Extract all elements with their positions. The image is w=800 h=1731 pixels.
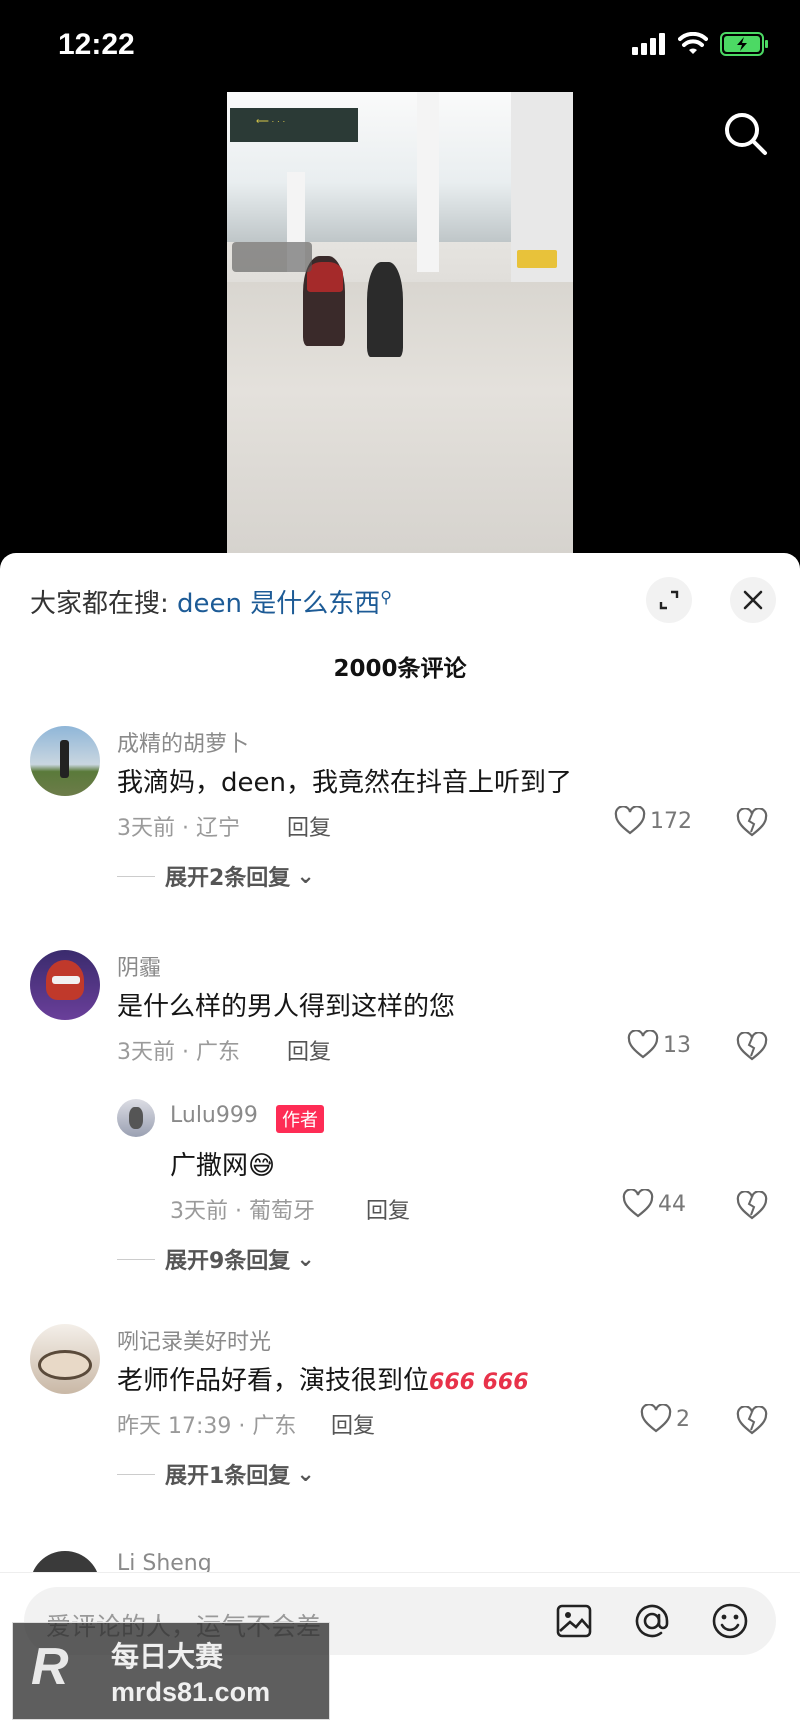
- watermark: R 每日大赛 mrds81.com: [12, 1622, 330, 1720]
- dislike-button[interactable]: [736, 1405, 768, 1440]
- status-time: 12:22: [58, 28, 135, 61]
- close-icon: [743, 590, 763, 610]
- like-count: 13: [663, 1032, 691, 1058]
- like-button[interactable]: 13: [627, 1030, 691, 1060]
- person: [307, 262, 343, 292]
- expand-replies-label: 展开2条回复: [165, 866, 291, 891]
- heart-icon: [614, 806, 646, 835]
- close-button[interactable]: [730, 577, 776, 623]
- video-sign: ⟵ · · ·: [230, 108, 358, 142]
- divider-line: [117, 875, 155, 877]
- watermark-url: mrds81.com: [111, 1677, 271, 1707]
- signal-icon: [632, 33, 665, 55]
- trending-search[interactable]: 大家都在搜: deen 是什么东西⚲: [30, 583, 392, 620]
- comment-username[interactable]: 阴霾: [117, 950, 161, 982]
- expand-icon: [659, 590, 679, 610]
- emoji-icon: [712, 1603, 748, 1639]
- dislike-button[interactable]: [736, 1190, 768, 1225]
- reply-button[interactable]: 回复: [287, 1034, 331, 1066]
- comment-text-body: 老师作品好看，演技很到位: [117, 1366, 430, 1396]
- comment-text: 是什么样的男人得到这样的您: [117, 992, 456, 1022]
- dislike-button[interactable]: [736, 1031, 768, 1066]
- search-button[interactable]: [722, 110, 770, 158]
- comment-username[interactable]: 咧记录美好时光: [117, 1324, 271, 1356]
- chevron-down-icon: ⌄: [296, 1246, 315, 1272]
- status-bar: 12:22: [0, 0, 800, 92]
- divider-line: [117, 1258, 155, 1260]
- comment-meta: 3天前 · 辽宁: [117, 816, 240, 841]
- expand-replies-label: 展开1条回复: [165, 1464, 291, 1489]
- mention-button[interactable]: [632, 1601, 672, 1641]
- reply-button[interactable]: 回复: [287, 810, 331, 842]
- status-icons: [632, 32, 770, 56]
- chevron-down-icon: ⌄: [296, 863, 315, 889]
- like-button[interactable]: 172: [614, 806, 692, 836]
- dislike-button[interactable]: [736, 807, 768, 842]
- expand-replies[interactable]: 展开9条回复 ⌄: [117, 1243, 315, 1275]
- comment-username[interactable]: 成精的胡萝卜: [117, 726, 249, 758]
- image-icon: [556, 1604, 592, 1638]
- expand-button[interactable]: [646, 577, 692, 623]
- divider-line: [117, 1473, 155, 1475]
- image-button[interactable]: [554, 1601, 594, 1641]
- reply-text: 广撒网😅: [170, 1151, 276, 1181]
- broken-heart-icon: [736, 1190, 768, 1220]
- wifi-icon: [678, 32, 708, 54]
- heart-icon: [627, 1030, 659, 1059]
- search-small-icon: ⚲: [380, 587, 392, 607]
- person: [367, 262, 403, 357]
- like-button[interactable]: 44: [622, 1189, 686, 1219]
- emoji-666: 666 666: [429, 1370, 529, 1395]
- chevron-down-icon: ⌄: [296, 1461, 315, 1487]
- avatar[interactable]: [30, 950, 100, 1020]
- reply-meta: 3天前 · 葡萄牙: [170, 1199, 315, 1224]
- broken-heart-icon: [736, 807, 768, 837]
- comment-sheet: 大家都在搜: deen 是什么东西⚲ 2000条评论 成精的胡萝卜 我滴妈，de…: [0, 553, 800, 1731]
- comment-meta: 昨天 17:39 · 广东: [117, 1414, 297, 1439]
- avatar[interactable]: [30, 1324, 100, 1394]
- like-count: 44: [658, 1191, 686, 1217]
- heart-icon: [640, 1404, 672, 1433]
- comment-meta: 3天前 · 广东: [117, 1040, 240, 1065]
- avatar[interactable]: [30, 726, 100, 796]
- at-icon: [635, 1604, 669, 1638]
- search-icon: [725, 113, 767, 155]
- reply-button[interactable]: 回复: [366, 1193, 410, 1225]
- like-button[interactable]: 2: [640, 1404, 690, 1434]
- comment-count: 2000条评论: [333, 656, 467, 682]
- expand-replies[interactable]: 展开1条回复 ⌄: [117, 1458, 315, 1490]
- heart-icon: [622, 1189, 654, 1218]
- emoji-button[interactable]: [710, 1601, 750, 1641]
- avatar[interactable]: [117, 1099, 155, 1137]
- like-count: 172: [650, 808, 692, 834]
- video-player[interactable]: ⟵ · · ·: [227, 92, 573, 554]
- expand-replies-label: 展开9条回复: [165, 1249, 291, 1274]
- comment-text: 老师作品好看，演技很到位666 666: [117, 1360, 529, 1397]
- like-count: 2: [676, 1406, 690, 1432]
- battery-icon: [720, 32, 768, 56]
- broken-heart-icon: [736, 1405, 768, 1435]
- watermark-title: 每日大赛: [111, 1640, 224, 1673]
- reply-button[interactable]: 回复: [331, 1408, 375, 1440]
- comment-text: 我滴妈，deen，我竟然在抖音上听到了: [117, 768, 572, 798]
- broken-heart-icon: [736, 1031, 768, 1061]
- reply-username[interactable]: Lulu999: [170, 1103, 258, 1128]
- person: [517, 250, 557, 268]
- expand-replies[interactable]: 展开2条回复 ⌄: [117, 860, 315, 892]
- author-badge: 作者: [276, 1105, 324, 1133]
- video-pillar: [417, 92, 439, 272]
- watermark-logo: R: [31, 1638, 69, 1696]
- trending-query[interactable]: deen 是什么东西: [177, 589, 380, 619]
- trending-prefix: 大家都在搜:: [30, 589, 178, 619]
- person: [232, 242, 312, 272]
